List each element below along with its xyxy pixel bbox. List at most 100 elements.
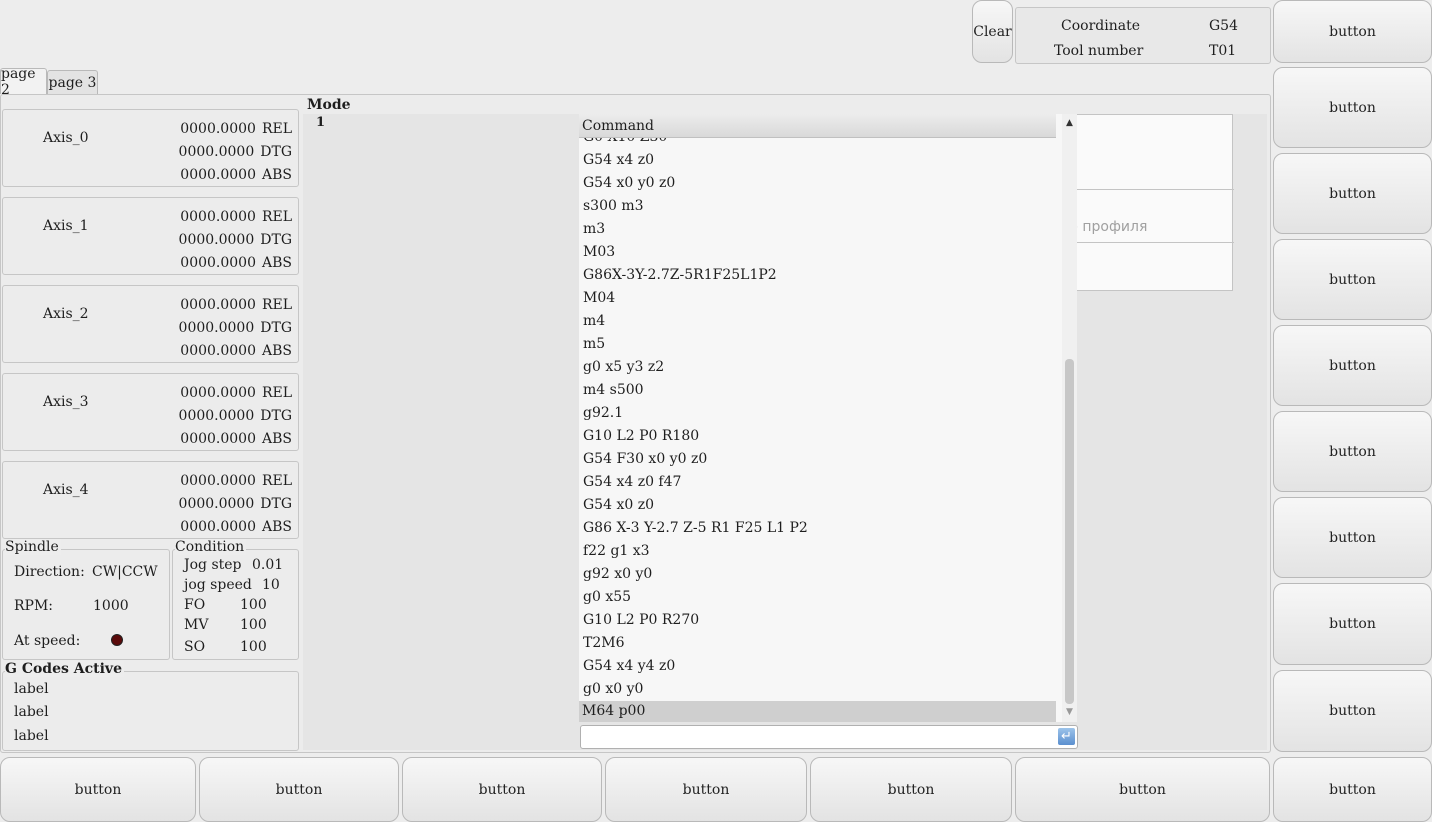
scroll-thumb[interactable] — [1065, 359, 1074, 704]
axis-dtg-value: 0000.0000 — [178, 320, 255, 336]
axis-abs-value: 0000.0000 — [180, 167, 256, 183]
command-item[interactable]: G54 x4 z0 — [583, 149, 654, 172]
gcode-label: label — [14, 728, 49, 744]
spindle-at-speed-label: At speed: — [14, 633, 81, 649]
axis-rel-value: 0000.0000 — [180, 473, 256, 489]
command-item[interactable]: G54 F30 x0 y0 z0 — [583, 448, 707, 471]
condition-label: jog speed — [184, 577, 252, 593]
command-item[interactable]: m3 — [583, 218, 605, 241]
condition-value: 100 — [240, 597, 267, 613]
enter-icon[interactable]: ↵ — [1058, 728, 1075, 745]
bottom-button[interactable]: button — [1273, 757, 1432, 822]
axis-abs-unit: ABS — [262, 167, 292, 183]
side-button[interactable]: button — [1273, 153, 1432, 234]
command-item[interactable]: G86 X-3 Y-2.7 Z-5 R1 F25 L1 P2 — [583, 517, 808, 540]
bottom-button[interactable]: button — [0, 757, 196, 822]
side-button[interactable]: button — [1273, 325, 1432, 406]
tab-page-3[interactable]: page 3 — [47, 70, 98, 94]
command-item[interactable]: g92 x0 y0 — [583, 563, 652, 586]
spindle-direction-label: Direction: — [14, 564, 85, 580]
axis-rel-unit: REL — [261, 209, 292, 225]
at-speed-indicator-icon — [111, 634, 123, 646]
axis-dtg-row: 0000.0000 DTG — [179, 408, 292, 424]
command-item[interactable]: g92.1 — [583, 402, 623, 425]
condition-label: FO — [184, 597, 206, 613]
axis-rel-value: 0000.0000 — [180, 297, 256, 313]
command-input[interactable] — [583, 727, 1057, 748]
axis-abs-unit: ABS — [262, 343, 292, 359]
spindle-rpm-label: RPM: — [14, 598, 54, 614]
side-button[interactable]: button — [1273, 67, 1432, 148]
command-item[interactable]: g0 x5 y3 z2 — [583, 356, 664, 379]
coordinate-tool-panel: Coordinate G54 Tool number T01 — [1015, 7, 1271, 64]
bottom-button[interactable]: button — [810, 757, 1012, 822]
condition-title: Condition — [175, 539, 247, 555]
axis-dtg-unit: DTG — [260, 232, 292, 248]
command-item[interactable]: m5 — [583, 333, 605, 356]
command-item[interactable]: G86X-3Y-2.7Z-5R1F25L1P2 — [583, 264, 777, 287]
command-item[interactable]: G10 L2 P0 R180 — [583, 425, 699, 448]
command-selected-item[interactable]: M64 p00 — [579, 701, 1056, 722]
command-item[interactable]: s300 m3 — [583, 195, 644, 218]
command-item[interactable]: G54 x4 y4 z0 — [583, 655, 675, 678]
side-button[interactable]: button — [1273, 411, 1432, 492]
command-list-body[interactable]: G0 X10 Z30 G54 x4 z0G54 x0 y0 z0s300 m3m… — [579, 138, 1056, 701]
axis-dtg-unit: DTG — [260, 496, 292, 512]
axis-abs-unit: ABS — [262, 431, 292, 447]
side-button[interactable]: button — [1273, 670, 1432, 752]
mode-line-number: 1 — [316, 115, 326, 130]
command-item[interactable]: f22 g1 x3 — [583, 540, 650, 563]
tab-page-2[interactable]: page 2 — [0, 66, 47, 98]
axis-dtg-row: 0000.0000 DTG — [179, 320, 292, 336]
command-item[interactable]: m4 s500 — [583, 379, 644, 402]
bottom-button[interactable]: button — [605, 757, 807, 822]
axis-dtg-row: 0000.0000 DTG — [179, 144, 292, 160]
clear-button[interactable]: Clear — [972, 0, 1013, 63]
command-item[interactable]: G54 x0 z0 — [583, 494, 654, 517]
command-item[interactable]: G54 x4 z0 f47 — [583, 471, 681, 494]
command-item[interactable]: M03 — [583, 241, 615, 264]
bottom-button[interactable]: button — [199, 757, 399, 822]
scroll-up-arrow-icon[interactable]: ▲ — [1062, 116, 1077, 130]
axis-abs-row: 0000.0000 ABS — [180, 519, 292, 535]
tool-number-label: Tool number — [1054, 43, 1144, 59]
axis-dtg-row: 0000.0000 DTG — [179, 232, 292, 248]
command-item[interactable]: G10 L2 P0 R270 — [583, 609, 699, 632]
mode-title: Mode — [307, 97, 351, 113]
gcode-label: label — [14, 681, 49, 697]
command-item[interactable]: T2M6 — [583, 632, 625, 655]
command-item[interactable]: m4 — [583, 310, 605, 333]
condition-value: 100 — [240, 639, 267, 655]
axis-name: Axis_4 — [43, 482, 89, 498]
axis-rel-row: 0000.0000 REL — [180, 121, 292, 137]
command-scrollbar[interactable]: ▲ ▼ — [1062, 114, 1077, 722]
scroll-down-arrow-icon[interactable]: ▼ — [1062, 705, 1077, 719]
axis-abs-value: 0000.0000 — [180, 255, 256, 271]
command-list[interactable]: Command G0 X10 Z30 G54 x4 z0G54 x0 y0 z0… — [579, 114, 1077, 722]
command-item[interactable]: G54 x0 y0 z0 — [583, 172, 675, 195]
axis-panel: Axis_0 0000.0000 REL 0000.0000 DTG 0000.00… — [2, 109, 299, 187]
condition-value: 100 — [240, 617, 267, 633]
axis-dtg-value: 0000.0000 — [178, 144, 255, 160]
side-button[interactable]: button — [1273, 583, 1432, 665]
gcode-label: label — [14, 704, 49, 720]
axis-rel-unit: REL — [261, 121, 292, 137]
axis-abs-unit: ABS — [262, 519, 292, 535]
axis-dtg-row: 0000.0000 DTG — [179, 496, 292, 512]
bottom-button[interactable]: button — [402, 757, 602, 822]
side-button[interactable]: button — [1273, 0, 1432, 63]
command-item[interactable]: g0 x55 — [583, 586, 631, 609]
axis-dtg-unit: DTG — [260, 320, 292, 336]
axis-panel: Axis_1 0000.0000 REL 0000.0000 DTG 0000.00… — [2, 197, 299, 275]
coordinate-value: G54 — [1209, 18, 1238, 34]
side-button[interactable]: button — [1273, 497, 1432, 578]
axis-dtg-unit: DTG — [260, 408, 292, 424]
command-item[interactable]: M04 — [583, 287, 615, 310]
gcodes-title: G Codes Active — [5, 661, 124, 677]
side-button[interactable]: button — [1273, 239, 1432, 320]
bottom-button[interactable]: button — [1015, 757, 1270, 822]
command-item-partial[interactable]: G0 X10 Z30 — [583, 138, 667, 149]
command-header[interactable]: Command — [579, 114, 1056, 138]
command-item[interactable]: g0 x0 y0 — [583, 678, 643, 701]
axis-abs-row: 0000.0000 ABS — [180, 343, 292, 359]
